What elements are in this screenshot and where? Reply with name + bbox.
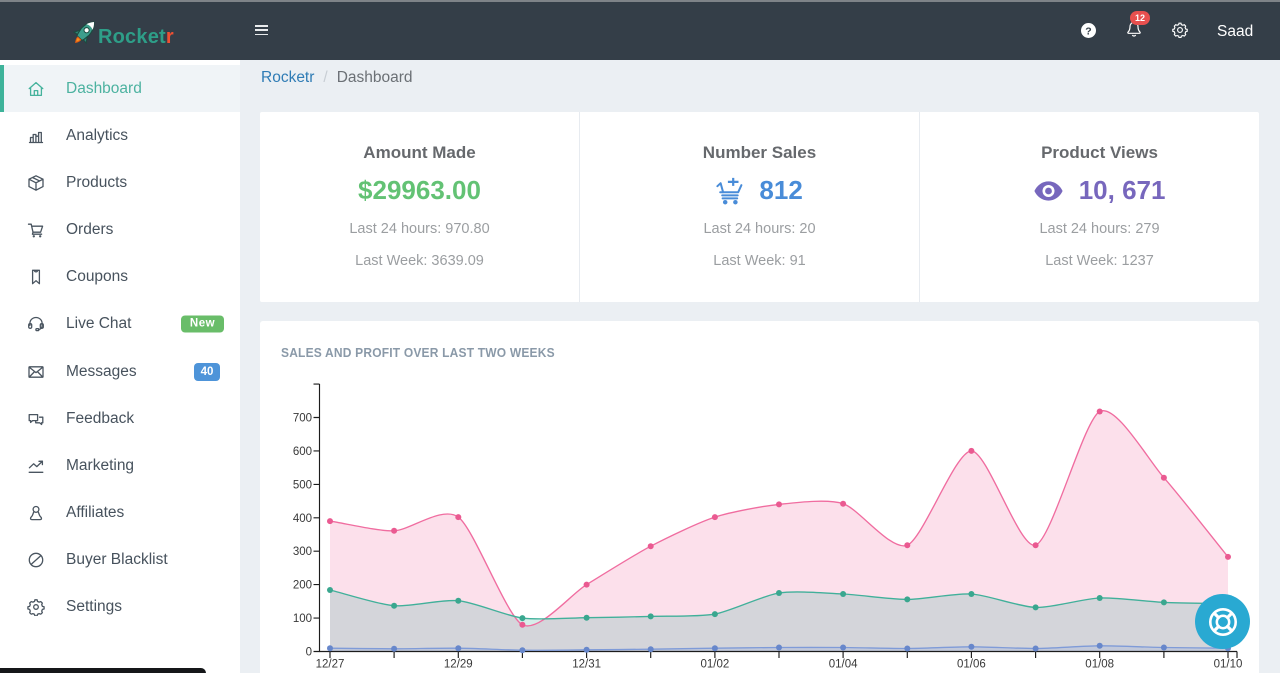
svg-text:500: 500	[293, 479, 312, 491]
svg-text:300: 300	[293, 546, 312, 558]
svg-text:100: 100	[293, 613, 312, 625]
svg-text:?: ?	[1085, 25, 1091, 37]
svg-text:01/10: 01/10	[1214, 659, 1243, 671]
svg-text:01/06: 01/06	[957, 659, 986, 671]
svg-text:12/27: 12/27	[316, 659, 345, 671]
svg-text:400: 400	[293, 513, 312, 525]
svg-text:01/02: 01/02	[701, 659, 730, 671]
svg-text:12/29: 12/29	[444, 659, 473, 671]
svg-text:200: 200	[293, 580, 312, 592]
svg-text:700: 700	[293, 413, 312, 425]
svg-text:01/04: 01/04	[829, 659, 858, 671]
svg-text:01/08: 01/08	[1085, 659, 1114, 671]
svg-text:12/31: 12/31	[572, 659, 601, 671]
svg-text:600: 600	[293, 446, 312, 458]
svg-text:0: 0	[306, 647, 312, 659]
